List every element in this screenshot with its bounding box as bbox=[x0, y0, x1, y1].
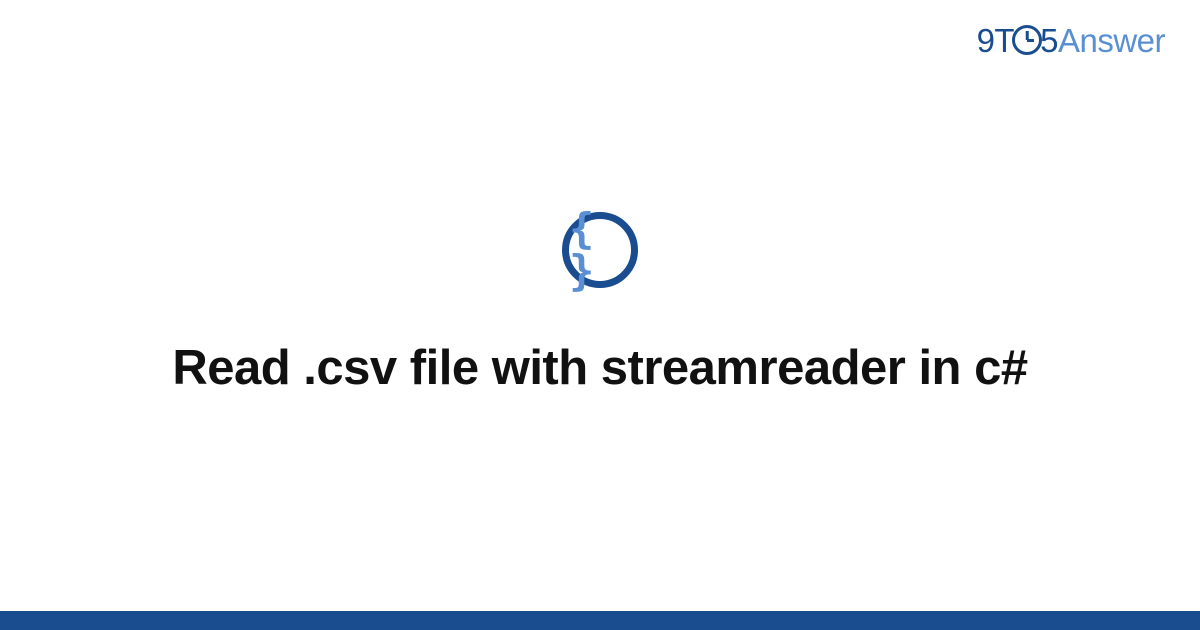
content-area: { } Read .csv file with streamreader in … bbox=[0, 0, 1200, 612]
bottom-accent-bar bbox=[0, 611, 1200, 630]
page-title: Read .csv file with streamreader in c# bbox=[172, 338, 1027, 399]
code-braces-icon: { } bbox=[562, 212, 638, 288]
braces-glyph: { } bbox=[569, 208, 631, 292]
